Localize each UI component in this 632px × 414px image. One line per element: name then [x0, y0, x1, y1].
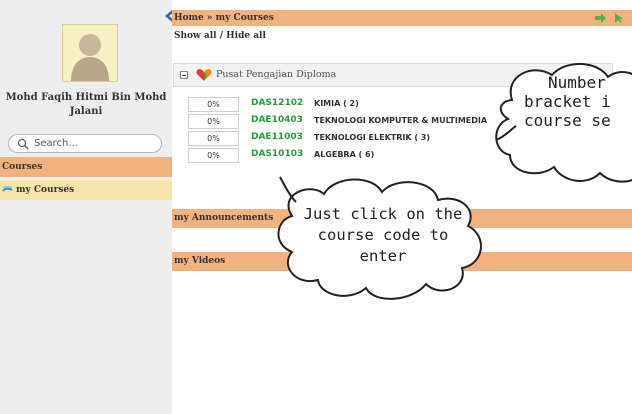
pointer-line-top: [495, 125, 517, 141]
pointer-line-bottom: [279, 176, 297, 203]
callout-pointers: [279, 125, 517, 203]
